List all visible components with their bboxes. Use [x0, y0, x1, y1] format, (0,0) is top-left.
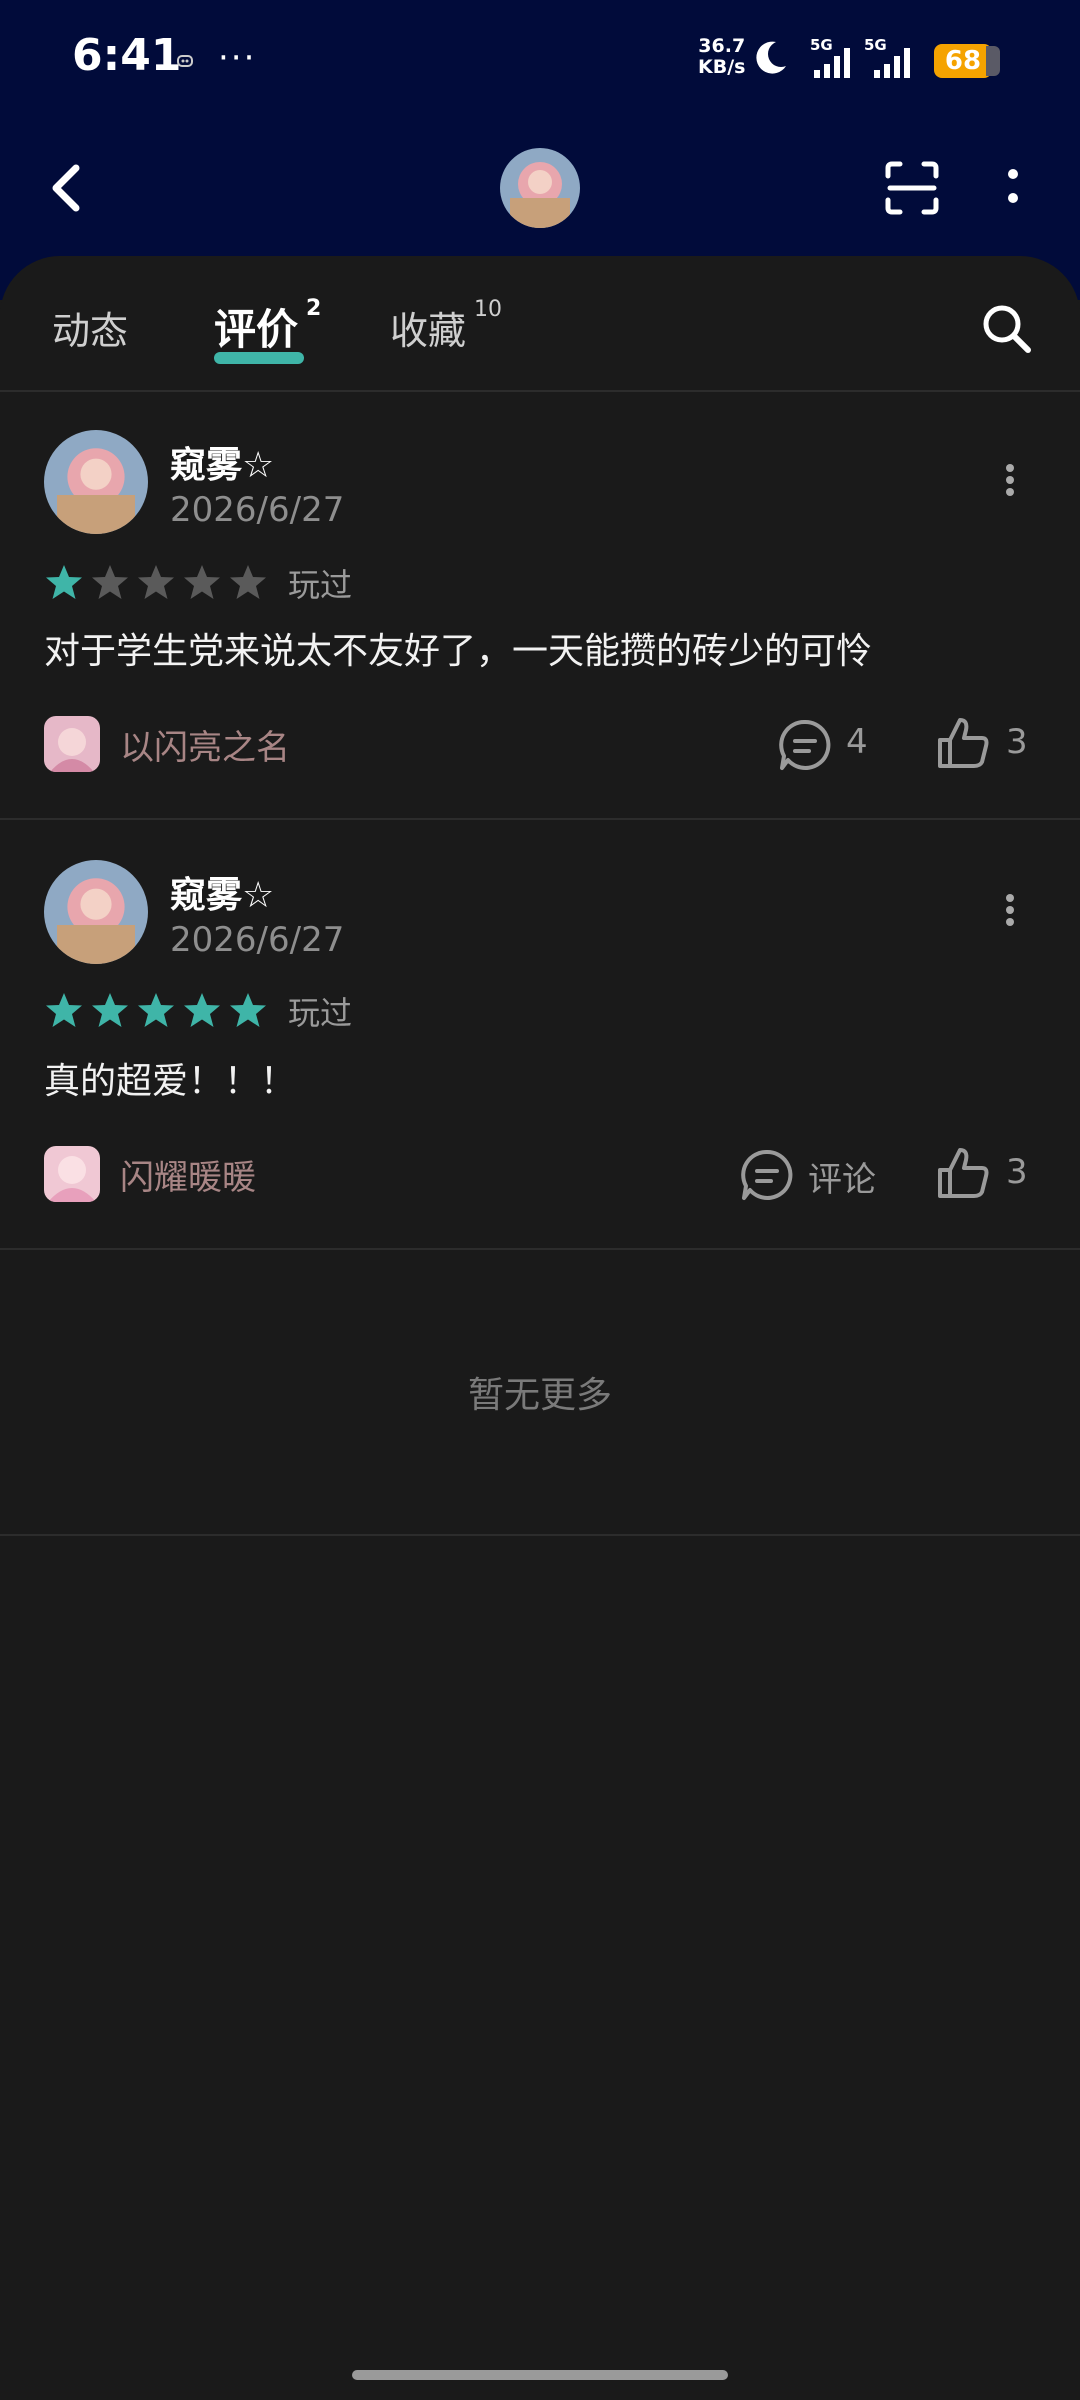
battery-level: 68 — [944, 46, 982, 76]
review-more-icon[interactable] — [996, 890, 1024, 930]
avatar[interactable] — [44, 860, 148, 964]
review-status: 玩过 — [288, 994, 353, 1032]
signal-icon: 5G — [810, 36, 850, 78]
scan-icon[interactable] — [884, 160, 940, 216]
moon-icon — [756, 41, 786, 74]
notification-icon — [177, 55, 193, 67]
review-status: 玩过 — [288, 566, 353, 604]
game-name[interactable]: 闪耀暖暖 — [120, 1150, 256, 1199]
profile-avatar-image — [500, 148, 580, 228]
tab-dynamics[interactable]: 动态 — [52, 300, 128, 355]
star-empty-icon — [230, 565, 266, 599]
rating-stars — [44, 562, 268, 602]
review-username[interactable]: 窥雾☆ — [170, 866, 274, 918]
footer-divider — [0, 1534, 1080, 1536]
star-filled-icon — [230, 993, 266, 1027]
tab-dynamics-label: 动态 — [52, 309, 129, 353]
net-speed: 36.7 KB/s — [698, 36, 745, 78]
signal2-label: 5G — [864, 36, 887, 54]
review-date: 2026/6/27 — [170, 490, 345, 530]
game-icon[interactable] — [44, 716, 100, 772]
review-divider — [0, 1248, 1080, 1250]
active-tab-indicator — [214, 352, 304, 364]
search-icon[interactable] — [978, 300, 1034, 356]
no-more-label: 暂无更多 — [467, 1375, 612, 1416]
tab-reviews[interactable]: 评价 2 — [214, 296, 321, 357]
battery-remaining — [986, 46, 1000, 76]
like-count[interactable]: 3 — [1006, 1152, 1028, 1192]
comment-icon[interactable] — [776, 716, 834, 774]
avatar-image — [44, 860, 148, 964]
review-divider — [0, 818, 1080, 820]
avatar[interactable] — [44, 430, 148, 534]
star-filled-icon — [46, 565, 82, 599]
comment-label[interactable]: 评论 — [808, 1152, 876, 1201]
tab-favorites[interactable]: 收藏 10 — [390, 297, 503, 355]
like-count[interactable]: 3 — [1006, 722, 1028, 762]
profile-avatar[interactable] — [500, 148, 580, 228]
net-speed-unit: KB/s — [698, 56, 746, 78]
tab-bar: 动态 评价 2 收藏 10 — [0, 256, 1080, 392]
review-username[interactable]: 窥雾☆ — [170, 436, 274, 488]
review-date: 2026/6/27 — [170, 920, 345, 960]
like-icon[interactable] — [934, 714, 992, 772]
comment-count[interactable]: 4 — [846, 722, 868, 762]
review-more-icon[interactable] — [996, 460, 1024, 500]
tab-favorites-label: 收藏 — [390, 309, 467, 353]
status-time: 6:41 — [72, 30, 182, 81]
star-filled-icon — [92, 993, 128, 1027]
tab-divider — [0, 390, 1080, 392]
comment-icon[interactable] — [738, 1146, 796, 1204]
game-icon-image — [44, 716, 100, 772]
game-icon[interactable] — [44, 1146, 100, 1202]
game-icon-image — [44, 1146, 100, 1202]
star-empty-icon — [184, 565, 220, 599]
rating-stars — [44, 990, 268, 1030]
review-text: 对于学生党来说太不友好了，一天能攒的砖少的可怜 — [44, 631, 873, 672]
back-icon[interactable] — [42, 156, 92, 220]
home-indicator[interactable] — [352, 2370, 728, 2380]
star-filled-icon — [46, 993, 82, 1027]
battery-icon: 68 — [934, 44, 992, 78]
star-empty-icon — [138, 565, 174, 599]
status-more-dots: ··· — [218, 38, 257, 78]
tab-reviews-badge: 2 — [306, 296, 322, 321]
avatar-image — [44, 430, 148, 534]
net-speed-value: 36.7 — [698, 35, 746, 57]
like-icon[interactable] — [934, 1144, 992, 1202]
tab-favorites-badge: 10 — [474, 297, 503, 323]
signal1-label: 5G — [810, 36, 833, 54]
more-vertical-icon[interactable] — [998, 160, 1028, 216]
game-name[interactable]: 以闪亮之名 — [120, 720, 290, 769]
review-text: 真的超爱！！！ — [44, 1061, 297, 1102]
star-filled-icon — [184, 993, 220, 1027]
signal-icon-2: 5G — [864, 36, 910, 78]
tab-reviews-label: 评价 — [214, 305, 299, 354]
status-bar: 6:41 ··· 36.7 KB/s 5G 5G 68 — [0, 0, 1080, 120]
star-empty-icon — [92, 565, 128, 599]
star-filled-icon — [138, 993, 174, 1027]
